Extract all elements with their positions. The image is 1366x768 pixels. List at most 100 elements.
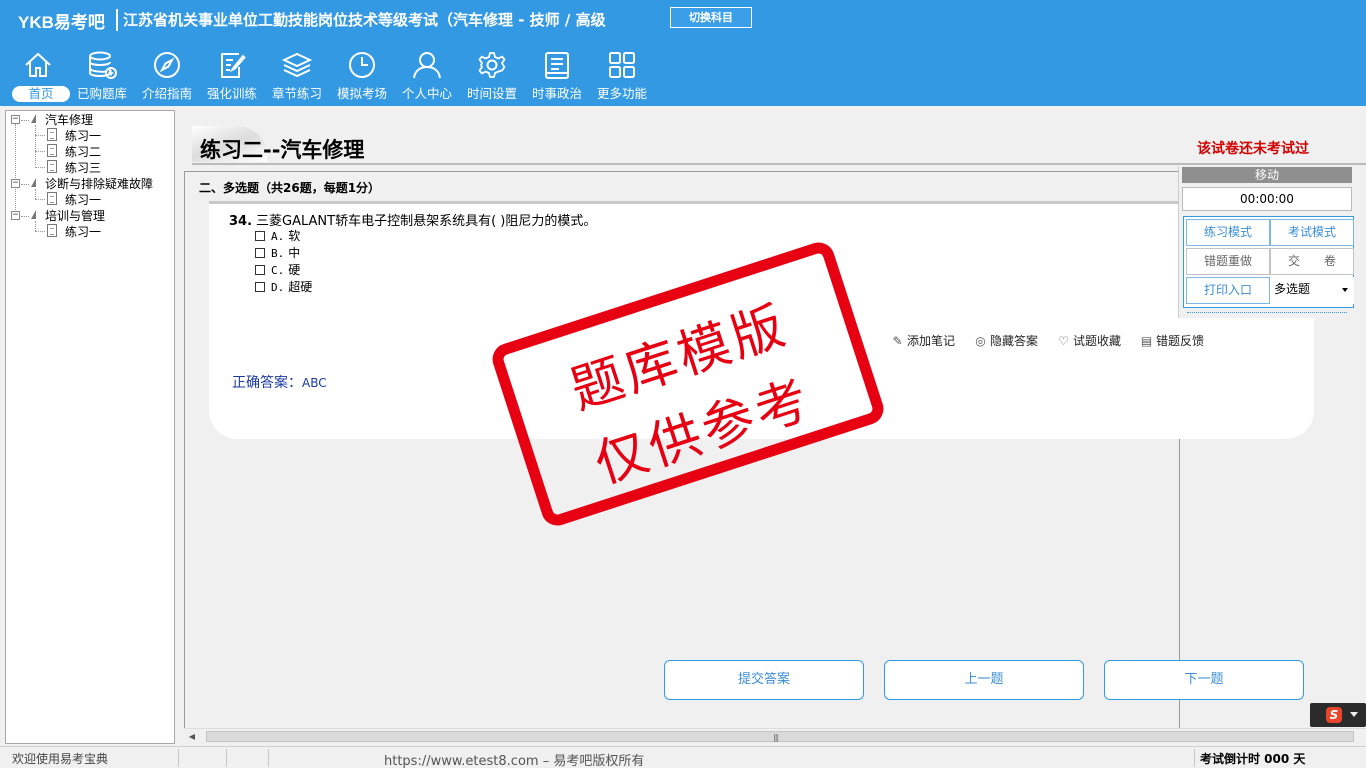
hand-in-button[interactable]: 交 卷 (1270, 248, 1354, 275)
status-divider (1194, 749, 1195, 767)
tree-connector (35, 167, 45, 168)
feedback-label: 错题反馈 (1156, 334, 1205, 348)
checkbox[interactable] (255, 282, 265, 292)
nav-label: 时间设置 (466, 86, 517, 101)
nav-label: 强化训练 (206, 86, 257, 101)
favorite-button[interactable]: ♡ 试题收藏 (1057, 332, 1121, 349)
tree-connector (35, 151, 45, 152)
horizontal-scrollbar[interactable]: ◀ ||| (184, 728, 1366, 744)
chevron-down-icon[interactable] (1350, 712, 1358, 717)
nav-more[interactable]: 更多功能 (590, 48, 654, 104)
page-icon (47, 192, 57, 205)
tree-item-exercise-1[interactable]: 练习一 (65, 192, 101, 208)
tree-group-auto-repair[interactable]: 汽车修理 (45, 112, 93, 128)
tree-group-training[interactable]: 培训与管理 (45, 208, 105, 224)
mode-button-group: 练习模式 考试模式 错题重做 交 卷 打印入口 多选题 (1183, 216, 1354, 308)
ime-toolbar[interactable]: S (1310, 703, 1366, 727)
exam-control-panel: 移动 00:00:00 练习模式 考试模式 错题重做 交 卷 打印入口 多选题 (1178, 166, 1366, 318)
option-b[interactable]: B. 中 (255, 245, 300, 262)
tree-connector (35, 231, 45, 232)
folder-icon (31, 210, 36, 219)
previous-question-button[interactable]: 上一题 (884, 660, 1084, 700)
question-type-select[interactable]: 多选题 (1271, 277, 1354, 304)
nav-label: 时事政治 (531, 86, 582, 101)
top-banner: YKB易考吧 江苏省机关事业单位工勤技能岗位技术等级考试（汽车修理 - 技师 /… (0, 0, 1366, 106)
exam-title: 江苏省机关事业单位工勤技能岗位技术等级考试（汽车修理 - 技师 / 高级 (123, 11, 606, 29)
compass-icon (154, 52, 180, 78)
exam-countdown: 考试倒计时 000 天 (1200, 752, 1306, 766)
page-icon (47, 160, 57, 173)
submit-answer-button[interactable]: 提交答案 (664, 660, 864, 700)
answer-value: ABC (302, 376, 327, 390)
tree-connector (21, 184, 29, 185)
nav-current-affairs[interactable]: 时事政治 (525, 48, 589, 104)
option-letter: D. (271, 281, 285, 294)
option-letter: A. (271, 230, 285, 243)
feedback-button[interactable]: ▤ 错题反馈 (1140, 332, 1204, 349)
nav-personal[interactable]: 个人中心 (395, 48, 459, 104)
folder-icon (31, 114, 36, 123)
exam-mode-button[interactable]: 考试模式 (1270, 219, 1354, 246)
scroll-left-icon[interactable]: ◀ (186, 730, 198, 743)
add-note-button[interactable]: ✎ 添加笔记 (891, 332, 955, 349)
practice-mode-button[interactable]: 练习模式 (1186, 219, 1270, 246)
checkbox[interactable] (255, 248, 265, 258)
paper-title-bar: 练习二--汽车修理 (192, 126, 1366, 165)
page-icon (47, 128, 57, 141)
nav-home[interactable]: 首页 (6, 48, 70, 104)
nav-purchased[interactable]: 已购题库 (70, 48, 134, 104)
grip-icon: ||| (773, 733, 779, 742)
report-icon: ▤ (1140, 334, 1153, 348)
nav-label: 介绍指南 (141, 86, 192, 101)
option-a[interactable]: A. 软 (255, 228, 300, 245)
nav-mock-exam[interactable]: 模拟考场 (330, 48, 394, 104)
move-handle[interactable]: 移动 (1182, 167, 1352, 183)
checkbox[interactable] (255, 231, 265, 241)
nav-intensive[interactable]: 强化训练 (200, 48, 264, 104)
chapter-tree: − 汽车修理 练习一 练习二 练习三 − 诊断与排除疑难故障 练习一 − 培训与… (5, 110, 175, 744)
user-icon (413, 52, 441, 79)
nav-label: 模拟考场 (336, 86, 387, 101)
collapse-icon[interactable]: − (11, 211, 20, 220)
copyright-url: https://www.etest8.com – 易考吧版权所有 (384, 754, 645, 768)
collapse-icon[interactable]: − (11, 115, 20, 124)
hide-answer-button[interactable]: ◎ 隐藏答案 (974, 332, 1038, 349)
grid-icon (609, 52, 635, 78)
tree-connector (35, 135, 45, 136)
status-bar: 欢迎使用易考宝典 https://www.etest8.com – 易考吧版权所… (0, 746, 1366, 768)
scrollbar-thumb[interactable]: ||| (206, 731, 1354, 742)
option-letter: C. (271, 264, 285, 277)
redo-wrong-button[interactable]: 错题重做 (1186, 248, 1270, 275)
favorite-label: 试题收藏 (1073, 334, 1122, 348)
option-d[interactable]: D. 超硬 (255, 279, 312, 296)
next-question-button[interactable]: 下一题 (1104, 660, 1304, 700)
tree-item-exercise-2[interactable]: 练习二 (65, 144, 101, 160)
nav-label: 章节练习 (271, 86, 322, 101)
switch-subject-button[interactable]: 切换科目 (670, 7, 752, 28)
print-button[interactable]: 打印入口 (1186, 277, 1270, 304)
hide-answer-label: 隐藏答案 (990, 334, 1039, 348)
tree-item-exercise-1[interactable]: 练习一 (65, 128, 101, 144)
option-c[interactable]: C. 硬 (255, 262, 300, 279)
question-number: 34. (229, 214, 253, 229)
input-method-icon[interactable]: S (1326, 707, 1342, 723)
tree-item-exercise-1[interactable]: 练习一 (65, 224, 101, 240)
section-title: 二、多选题（共26题，每题1分） (199, 181, 381, 195)
paper-title: 练习二--汽车修理 (200, 138, 365, 162)
question-stem: 三菱GALANT轿车电子控制悬架系统具有( )阻尼力的模式。 (256, 214, 597, 229)
nav-chapters[interactable]: 章节练习 (265, 48, 329, 104)
status-divider (268, 749, 269, 767)
add-note-label: 添加笔记 (907, 334, 956, 348)
status-divider (178, 749, 179, 767)
option-text: 中 (288, 246, 301, 260)
nav-label: 个人中心 (401, 86, 452, 101)
nav-time-settings[interactable]: 时间设置 (460, 48, 524, 104)
nav-label: 已购题库 (76, 86, 127, 101)
nav-guide[interactable]: 介绍指南 (135, 48, 199, 104)
tree-group-diagnosis[interactable]: 诊断与排除疑难故障 (45, 176, 153, 192)
tree-connector (35, 221, 36, 231)
folder-icon (31, 178, 36, 187)
collapse-icon[interactable]: − (11, 179, 20, 188)
tree-item-exercise-3[interactable]: 练习三 (65, 160, 101, 176)
checkbox[interactable] (255, 265, 265, 275)
